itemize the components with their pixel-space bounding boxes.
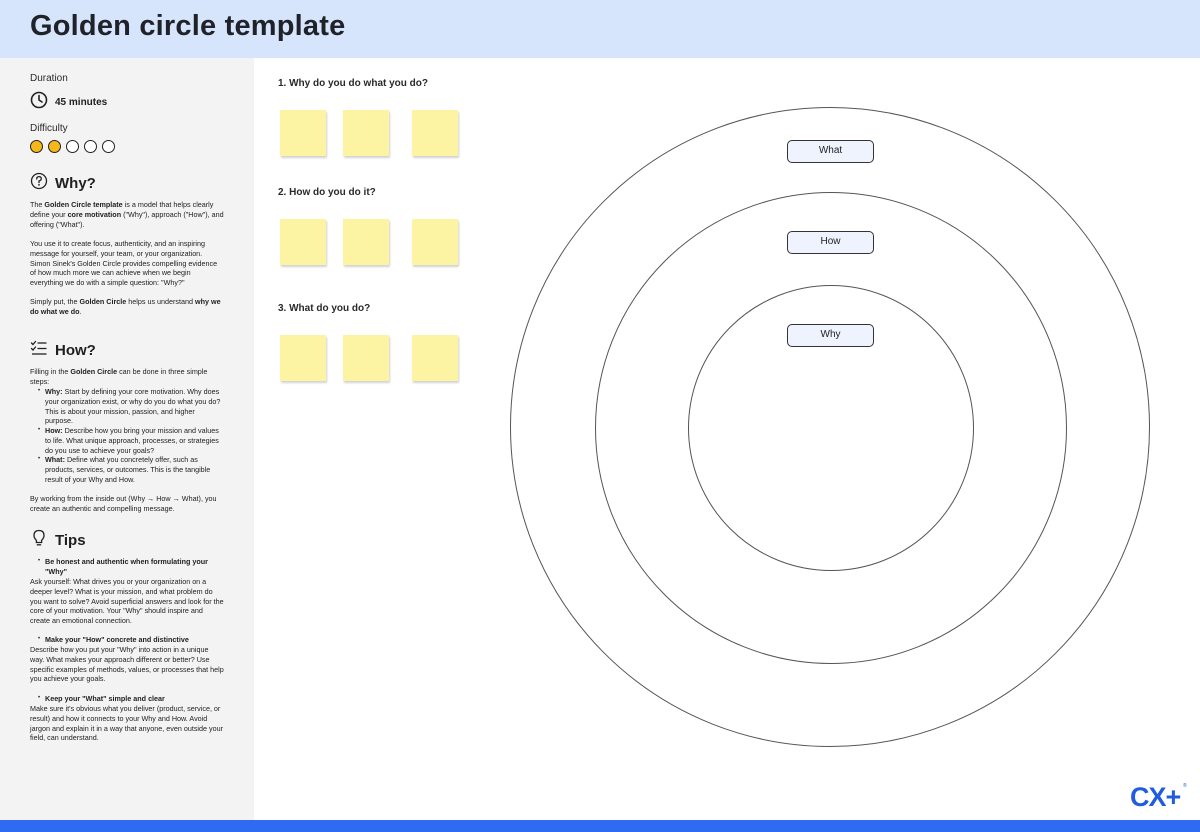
cx-plus-logo: CX+ <box>1130 782 1181 812</box>
how-step-why: Why: Start by defining your core motivat… <box>38 387 224 426</box>
why-label[interactable]: Why <box>787 324 874 347</box>
why-paragraph-2: You use it to create focus, authenticity… <box>30 239 218 288</box>
clock-icon <box>30 91 48 114</box>
tip-1-body: Ask yourself: What drives you or your or… <box>30 577 224 626</box>
sticky-note[interactable] <box>343 219 389 265</box>
tip-2-heading: Make your "How" concrete and distinctive <box>38 635 224 645</box>
tip-2-body: Describe how you put your "Why" into act… <box>30 645 224 684</box>
tips-section-heading: Tips <box>30 529 86 552</box>
difficulty-dot-filled <box>48 140 61 153</box>
question-circle-icon <box>30 172 48 195</box>
lightbulb-icon <box>30 529 48 552</box>
how-outro: By working from the inside out (Why → Ho… <box>30 494 217 513</box>
header-bar: Golden circle template <box>0 0 1200 58</box>
sticky-note[interactable] <box>412 110 458 156</box>
sticky-note[interactable] <box>343 110 389 156</box>
duration-label: Duration <box>30 73 68 84</box>
difficulty-dot-empty <box>102 140 115 153</box>
page-title: Golden circle template <box>30 10 346 42</box>
tip-3-body: Make sure it's obvious what you deliver … <box>30 704 223 743</box>
bottom-accent-bar <box>0 820 1200 832</box>
sticky-note[interactable] <box>412 219 458 265</box>
how-intro: Filling in the Golden Circle can be done… <box>30 367 208 386</box>
sticky-note[interactable] <box>412 335 458 381</box>
why-section-heading: Why? <box>30 172 96 195</box>
sticky-note[interactable] <box>343 335 389 381</box>
checklist-icon <box>30 339 48 362</box>
question-why: 1. Why do you do what you do? <box>278 78 428 89</box>
how-step-how: How: Describe how you bring your mission… <box>38 426 224 455</box>
how-label[interactable]: How <box>787 231 874 254</box>
tip-1-heading: Be honest and authentic when formulating… <box>38 557 224 577</box>
why-title: Why? <box>55 175 96 192</box>
tip-3-heading: Keep your "What" simple and clear <box>38 694 224 704</box>
difficulty-dot-empty <box>66 140 79 153</box>
sticky-note[interactable] <box>280 335 326 381</box>
difficulty-dot-empty <box>84 140 97 153</box>
difficulty-rating <box>30 140 120 153</box>
difficulty-dot-filled <box>30 140 43 153</box>
how-section-heading: How? <box>30 339 96 362</box>
tips-title: Tips <box>55 532 86 549</box>
difficulty-label: Difficulty <box>30 123 68 134</box>
why-paragraph-1: The Golden Circle template is a model th… <box>30 200 224 229</box>
what-label[interactable]: What <box>787 140 874 163</box>
how-title: How? <box>55 342 96 359</box>
sticky-note[interactable] <box>280 219 326 265</box>
question-what: 3. What do you do? <box>278 303 371 314</box>
registered-mark: ® <box>1183 783 1187 789</box>
duration-row: 45 minutes <box>30 91 107 114</box>
how-step-what: What: Define what you concretely offer, … <box>38 455 224 484</box>
question-how: 2. How do you do it? <box>278 187 376 198</box>
duration-value: 45 minutes <box>55 97 108 108</box>
sticky-note[interactable] <box>280 110 326 156</box>
why-paragraph-3: Simply put, the Golden Circle helps us u… <box>30 297 221 316</box>
